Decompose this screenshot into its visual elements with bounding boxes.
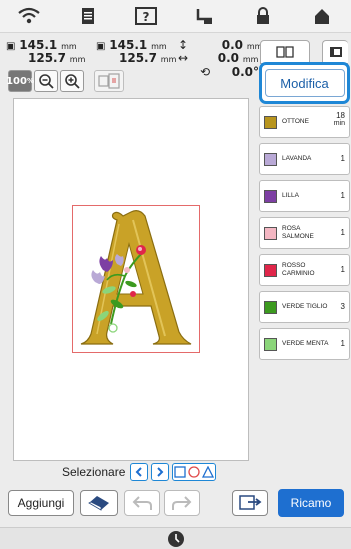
help-icon[interactable]: ? [132,4,160,28]
zoom-level-button[interactable]: 100% [6,70,34,92]
horizontal-offset-icon: ↔ [178,51,189,65]
list-item[interactable]: ROSSO CARMINIO 1 [259,254,350,286]
thread-swatch [264,337,277,351]
selection-toolbar: Selezionare [62,463,217,481]
send-icon [239,495,262,510]
size-height: 125.7 [28,51,66,65]
shapes-icon [174,466,215,478]
thread-swatch [264,226,277,240]
tab-thread[interactable] [322,40,348,64]
list-item[interactable]: LILLA 1 [259,180,350,212]
area-width: 145.1 [109,38,148,52]
lock-icon[interactable] [249,4,277,28]
zoom-toolbar: 100% [6,70,124,92]
design-bounding-box[interactable] [72,205,200,353]
thread-name: VERDE TIGLIO [282,303,328,310]
area-icon: ▣ [96,41,106,52]
thread-swatch [264,152,277,166]
svg-text:?: ? [143,10,150,24]
top-toolbar: ? [0,0,351,33]
rotation-icon: ⟲ [200,65,211,79]
view-tabs [258,40,348,64]
erase-button[interactable] [80,490,118,516]
select-label: Selezionare [62,465,126,479]
select-shape-button[interactable] [172,463,217,481]
thread-color-list: OTTONE 18 min LAVANDA 1 LILLA 1 ROSA SALMO… [259,106,350,365]
thread-name: VERDE MENTA [282,340,329,347]
thread-swatch [264,189,277,203]
clock-icon[interactable] [167,530,185,548]
thread-swatch [264,115,277,129]
document-icon[interactable] [74,4,102,28]
home-icon[interactable] [308,4,336,28]
chevron-left-icon [135,467,143,477]
preview-icon[interactable] [94,70,124,92]
tab-design[interactable] [260,40,310,64]
eraser-icon [88,496,109,511]
book-icon [276,46,294,58]
add-button[interactable]: Aggiungi [8,490,74,516]
thread-icon[interactable] [191,4,219,28]
wifi-icon[interactable] [15,4,43,28]
embroider-button[interactable]: Ricamo [278,489,344,517]
edit-button[interactable]: Modifica [259,62,350,104]
thread-name: LILLA [282,192,299,199]
zoom-in-icon[interactable] [60,70,84,92]
thread-name: OTTONE [282,118,309,125]
area-height: 125.7 [119,51,157,65]
thread-time: 1 [340,265,345,274]
thread-time: 3 [340,302,345,311]
thread-time: 18 min [333,111,345,128]
size-icon: ▣ [6,41,16,52]
redo-icon [172,496,192,510]
send-button[interactable] [232,490,268,516]
thread-swatch [264,263,277,277]
thread-time: 1 [340,228,345,237]
thread-swatch [264,300,277,314]
thread-name: ROSSO CARMINIO [282,262,315,277]
select-previous-button[interactable] [130,463,149,481]
select-next-button[interactable] [151,463,170,481]
thread-list-icon [329,47,342,57]
embroidery-letter-a [80,210,192,345]
thread-time: 1 [340,191,345,200]
design-canvas[interactable] [13,98,249,461]
bottom-action-bar: Aggiungi Ricamo [0,483,351,523]
vertical-offset: 0.0 [221,38,243,52]
horizontal-offset: 0.0 [217,51,239,65]
chevron-right-icon [157,467,164,477]
list-item[interactable]: LAVANDA 1 [259,143,350,175]
list-item[interactable]: VERDE TIGLIO 3 [259,291,350,323]
redo-button[interactable] [164,490,200,516]
thread-name: LAVANDA [282,155,312,162]
edit-button-label: Modifica [264,69,345,97]
status-footer [0,527,351,549]
undo-button[interactable] [124,490,160,516]
list-item[interactable]: ROSA SALMONE 1 [259,217,350,249]
rotation-angle: 0.0° [231,65,259,79]
zoom-out-icon[interactable] [34,70,58,92]
vertical-offset-icon: ↕ [178,38,189,52]
thread-time: 1 [340,154,345,163]
size-width: 145.1 [19,38,58,52]
list-item[interactable]: OTTONE 18 min [259,106,350,138]
thread-time: 1 [340,339,345,348]
undo-icon [132,496,152,510]
thread-name: ROSA SALMONE [282,225,314,240]
list-item[interactable]: VERDE MENTA 1 [259,328,350,360]
